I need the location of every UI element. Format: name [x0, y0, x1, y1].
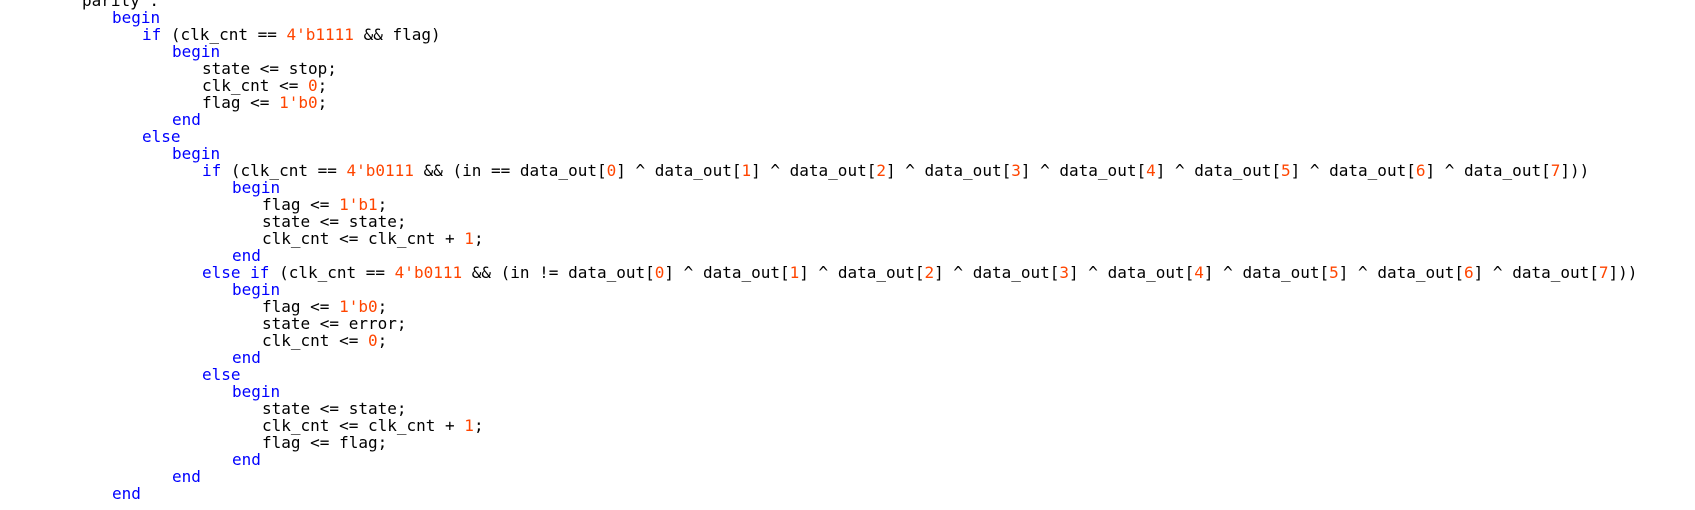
keyword-token: if	[142, 25, 162, 44]
code-line[interactable]: begin	[0, 383, 1695, 400]
code-line[interactable]: clk_cnt <= clk_cnt + 1;	[0, 230, 1695, 247]
code-token: ;	[317, 93, 328, 112]
code-line[interactable]: state <= state;	[0, 213, 1695, 230]
code-token: ] ^ data_out[	[751, 161, 877, 180]
number-literal-token: 4	[1194, 263, 1204, 282]
number-literal-token: 1	[464, 229, 474, 248]
code-line[interactable]: flag <= 1'b0;	[0, 298, 1695, 315]
code-line[interactable]: else if (clk_cnt == 4'b0111 && (in != da…	[0, 264, 1695, 281]
code-token: clk_cnt <= clk_cnt +	[262, 229, 465, 248]
code-token: ] ^ data_out[	[934, 263, 1060, 282]
code-line[interactable]: flag <= 1'b1;	[0, 196, 1695, 213]
number-literal-token: 4	[1146, 161, 1156, 180]
code-token: ] ^ data_out[	[664, 263, 790, 282]
number-literal-token: 7	[1550, 161, 1561, 180]
code-token: ] ^ data_out[	[1020, 161, 1147, 180]
number-literal-token: 1'b0	[279, 93, 318, 112]
code-token: && (in != data_out[	[462, 263, 655, 282]
code-line[interactable]: end	[0, 247, 1695, 264]
code-line[interactable]: else	[0, 128, 1695, 145]
code-line[interactable]: clk_cnt <= clk_cnt + 1;	[0, 417, 1695, 434]
code-line[interactable]: end	[0, 468, 1695, 485]
number-literal-token: 4'b1111	[286, 25, 354, 44]
code-line[interactable]: begin	[0, 145, 1695, 162]
code-token: ] ^ data_out[	[1425, 161, 1551, 180]
code-line[interactable]: if (clk_cnt == 4'b1111 && flag)	[0, 26, 1695, 43]
code-token: ]))	[1560, 161, 1590, 180]
code-line[interactable]: if (clk_cnt == 4'b0111 && (in == data_ou…	[0, 162, 1695, 179]
code-token: flag <=	[202, 93, 280, 112]
code-token: ] ^ data_out[	[1203, 263, 1330, 282]
number-literal-token: 3	[1011, 161, 1021, 180]
number-literal-token: 7	[1598, 263, 1609, 282]
number-literal-token: 0	[606, 161, 617, 180]
number-literal-token: 3	[1059, 263, 1070, 282]
code-token: (clk_cnt ==	[269, 263, 395, 282]
code-line[interactable]: end	[0, 111, 1695, 128]
keyword-token: end	[232, 450, 261, 469]
number-literal-token: 5	[1280, 161, 1291, 180]
number-literal-token: 0	[367, 331, 378, 350]
code-line[interactable]: state <= error;	[0, 315, 1695, 332]
code-line[interactable]: state <= state;	[0, 400, 1695, 417]
code-token: clk_cnt <=	[262, 331, 368, 350]
code-token: ;	[377, 331, 388, 350]
code-line[interactable]: state <= stop;	[0, 60, 1695, 77]
code-line[interactable]: end	[0, 451, 1695, 468]
code-token: ;	[473, 229, 484, 248]
code-line[interactable]: begin	[0, 43, 1695, 60]
code-line[interactable]: parity :	[0, 0, 1695, 9]
number-literal-token: 5	[1329, 263, 1339, 282]
code-line[interactable]: flag <= flag;	[0, 434, 1695, 451]
keyword-token: end	[112, 484, 141, 503]
number-literal-token: 0	[654, 263, 665, 282]
code-token: ] ^ data_out[	[885, 161, 1012, 180]
keyword-token: if	[202, 161, 222, 180]
number-literal-token: 2	[924, 263, 935, 282]
code-token: ] ^ data_out[	[1290, 161, 1416, 180]
code-line[interactable]: clk_cnt <= 0;	[0, 332, 1695, 349]
code-token: ] ^ data_out[	[1155, 161, 1281, 180]
number-literal-token: 4'b0111	[394, 263, 463, 282]
code-line[interactable]: end	[0, 349, 1695, 366]
number-literal-token: 4'b0111	[346, 161, 414, 180]
number-literal-token: 2	[876, 161, 886, 180]
code-token: flag <= flag;	[262, 433, 388, 452]
code-line[interactable]: end	[0, 485, 1695, 502]
code-line[interactable]: else	[0, 366, 1695, 383]
code-token: ] ^ data_out[	[799, 263, 925, 282]
code-line[interactable]: begin	[0, 9, 1695, 26]
code-line[interactable]: begin	[0, 281, 1695, 298]
code-editor[interactable]: parity : begin if (clk_cnt == 4'b1111 && f…	[0, 0, 1695, 510]
code-line[interactable]: flag <= 1'b0;	[0, 94, 1695, 111]
code-token: && (in == data_out[	[413, 161, 607, 180]
code-token: ;	[473, 416, 484, 435]
number-literal-token: 1	[464, 416, 474, 435]
code-token: ] ^ data_out[	[616, 161, 742, 180]
code-token: ] ^ data_out[	[1338, 263, 1465, 282]
number-literal-token: 1	[741, 161, 752, 180]
keyword-token: end	[172, 467, 201, 486]
code-token: && flag)	[353, 25, 441, 44]
number-literal-token: 6	[1464, 263, 1474, 282]
number-literal-token: 1	[789, 263, 800, 282]
code-token: ] ^ data_out[	[1473, 263, 1599, 282]
code-token: ]))	[1608, 263, 1638, 282]
code-token: ] ^ data_out[	[1069, 263, 1195, 282]
code-line[interactable]: begin	[0, 179, 1695, 196]
code-line[interactable]: clk_cnt <= 0;	[0, 77, 1695, 94]
